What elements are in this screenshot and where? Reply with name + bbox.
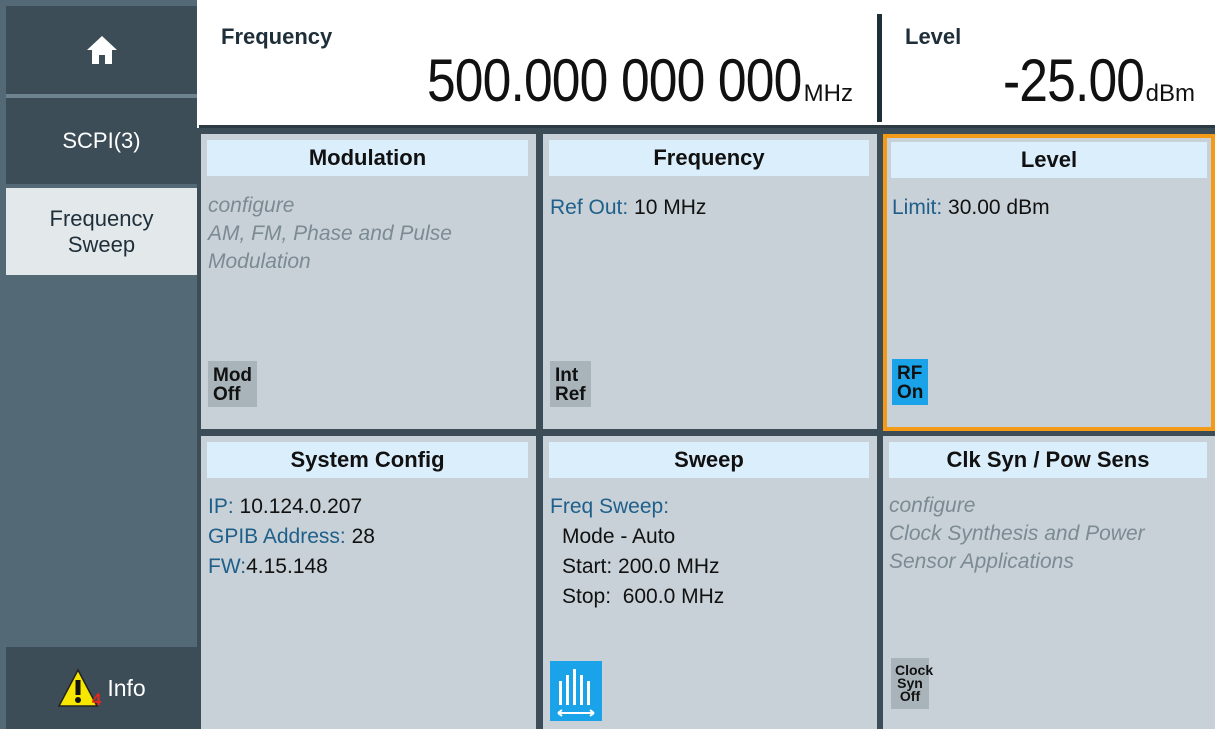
button-label: On: [897, 382, 924, 403]
button-label: RF: [897, 363, 923, 384]
sidebar: SCPI(3) Frequency Sweep 4 Info: [0, 0, 197, 729]
frequency-value: 500.000 000 000: [427, 47, 802, 114]
sweep-start: Start: 200.0 MHz: [562, 555, 720, 578]
ref-out-value: 10 MHz: [628, 196, 707, 219]
button-label: Ref: [555, 384, 586, 405]
sweep-info: Freq Sweep: Mode - Auto Start: 200.0 MHz…: [550, 492, 724, 612]
sweep-mode: Mode - Auto: [562, 525, 676, 548]
home-button[interactable]: [6, 6, 197, 94]
sweep-icon[interactable]: [550, 661, 602, 721]
sweep-stop: Stop: 600.0 MHz: [562, 585, 725, 608]
level-tile-title: Level: [891, 142, 1207, 178]
header-divider: [877, 14, 882, 122]
clk-syn-pow-sens-tile[interactable]: Clk Syn / Pow Sens configure Clock Synth…: [883, 436, 1215, 729]
description-line: Clock Synthesis and Power: [889, 522, 1145, 545]
info-count-badge: 4: [91, 690, 102, 709]
clk-syn-tile-title: Clk Syn / Pow Sens: [889, 442, 1207, 478]
sidebar-item-label: SCPI(3): [62, 128, 141, 153]
modulation-tile[interactable]: Modulation configure AM, FM, Phase and P…: [201, 134, 536, 429]
description-line: AM, FM, Phase and Pulse: [208, 222, 452, 245]
mod-off-button[interactable]: Mod Off: [208, 361, 258, 407]
description-line: Modulation: [208, 250, 311, 273]
system-config-tile-title: System Config: [207, 442, 528, 478]
rf-on-button[interactable]: RF On: [892, 359, 929, 405]
home-icon: [86, 36, 117, 64]
modulation-tile-title: Modulation: [207, 140, 528, 176]
level-header-label: Level: [905, 24, 962, 49]
frequency-unit: MHz: [803, 80, 853, 107]
gpib-label: GPIB Address:: [208, 525, 346, 548]
fw-label: FW:: [208, 555, 247, 578]
frequency-header[interactable]: Frequency 500.000 000 000MHz: [199, 0, 875, 127]
level-tile[interactable]: Level Limit: 30.00 dBm RF On: [883, 134, 1215, 431]
clock-syn-off-button[interactable]: Clock Syn Off: [891, 658, 933, 709]
sweep-tile-title: Sweep: [549, 442, 869, 478]
system-config-info: IP: 10.124.0.207 GPIB Address: 28 FW:4.1…: [208, 492, 375, 582]
frequency-tile-title: Frequency: [549, 140, 869, 176]
system-config-tile[interactable]: System Config IP: 10.124.0.207 GPIB Addr…: [201, 436, 536, 729]
sidebar-item-label: Sweep: [67, 231, 136, 257]
info-button[interactable]: 4 Info: [6, 647, 197, 729]
level-header[interactable]: Level -25.00dBm: [885, 0, 1215, 127]
ref-out-label: Ref Out:: [550, 196, 629, 219]
limit-value: 30.00 dBm: [942, 196, 1050, 219]
limit-label: Limit:: [892, 196, 943, 219]
frequency-readout[interactable]: 500.000 000 000MHz: [366, 46, 853, 115]
level-readout[interactable]: -25.00dBm: [980, 46, 1195, 115]
freq-sweep-label: Freq Sweep:: [550, 495, 670, 518]
level-unit: dBm: [1145, 80, 1195, 107]
modulation-description: configure AM, FM, Phase and Pulse Modula…: [208, 192, 452, 276]
sweep-tile[interactable]: Sweep Freq Sweep: Mode - Auto Start: 200…: [543, 436, 877, 729]
frequency-header-label: Frequency: [221, 24, 333, 49]
warning-icon: 4: [57, 668, 102, 709]
level-value: -25.00: [1002, 47, 1144, 114]
fw-value: 4.15.148: [246, 555, 328, 578]
frequency-tile[interactable]: Frequency Ref Out: 10 MHz Int Ref: [543, 134, 877, 429]
button-label: Int: [555, 365, 579, 386]
description-line: configure: [889, 494, 976, 517]
clk-syn-description: configure Clock Synthesis and Power Sens…: [889, 492, 1145, 576]
description-line: configure: [208, 194, 295, 217]
sidebar-item-frequency-sweep[interactable]: Frequency Sweep: [6, 188, 197, 275]
description-line: Sensor Applications: [889, 550, 1074, 573]
level-info: Limit: 30.00 dBm: [892, 194, 1050, 222]
frequency-info: Ref Out: 10 MHz: [550, 194, 706, 222]
button-label: Mod: [213, 365, 253, 386]
ip-value: 10.124.0.207: [233, 495, 363, 518]
ip-label: IP:: [208, 495, 234, 518]
sidebar-item-label: Frequency: [49, 205, 154, 231]
button-label: Off: [899, 688, 921, 704]
gpib-value: 28: [345, 525, 375, 548]
button-label: Off: [213, 384, 241, 405]
int-ref-button[interactable]: Int Ref: [550, 361, 591, 407]
sidebar-item-scpi[interactable]: SCPI(3): [6, 98, 197, 184]
info-label: Info: [107, 674, 146, 701]
